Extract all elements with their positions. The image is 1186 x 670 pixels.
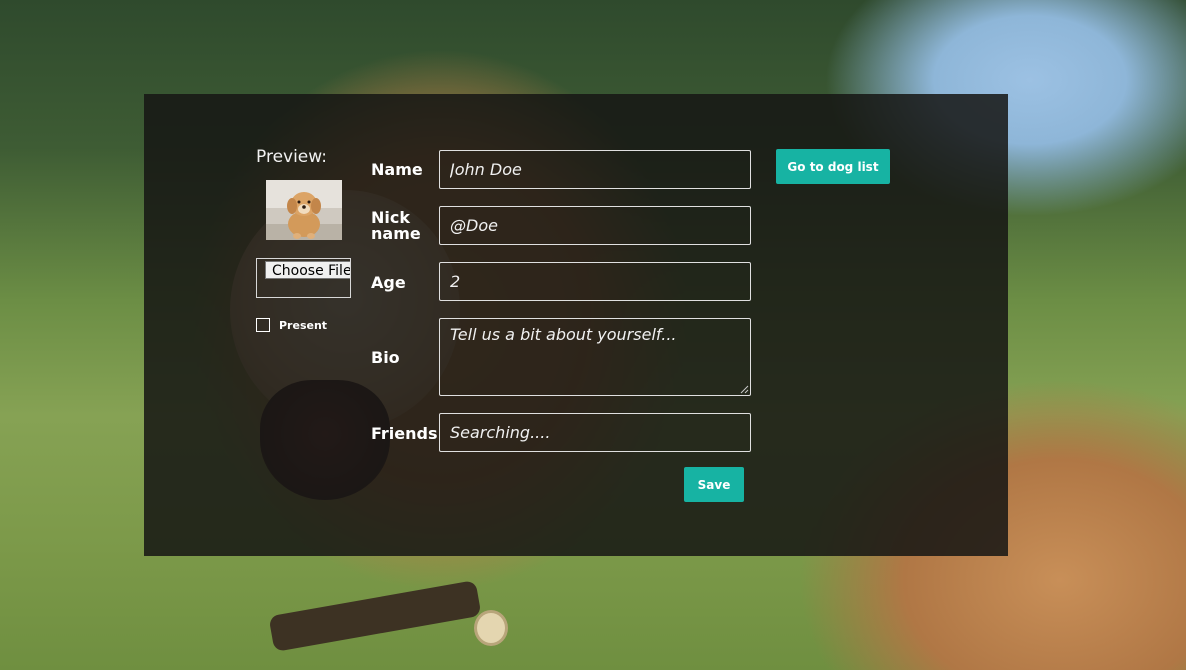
dog-collar-shape xyxy=(268,580,482,652)
nickname-label-line2: name xyxy=(371,224,421,243)
name-input[interactable] xyxy=(439,150,751,189)
friends-search-input[interactable] xyxy=(439,413,751,452)
bio-label: Bio xyxy=(371,348,400,367)
go-to-dog-list-button[interactable]: Go to dog list xyxy=(776,149,890,184)
age-label: Age xyxy=(371,273,406,292)
preview-image xyxy=(266,180,342,240)
age-input[interactable] xyxy=(439,262,751,301)
preview-label: Preview: xyxy=(256,147,327,167)
save-button[interactable]: Save xyxy=(684,467,744,502)
name-label: Name xyxy=(371,160,423,179)
present-row: Present xyxy=(256,318,327,332)
choose-file-button[interactable]: Choose File xyxy=(265,261,350,279)
present-checkbox[interactable] xyxy=(256,318,270,332)
friends-label: Friends xyxy=(371,424,438,443)
dog-tag-shape xyxy=(474,610,508,646)
nickname-input[interactable] xyxy=(439,206,751,245)
bio-textarea[interactable] xyxy=(439,318,751,396)
nickname-label: Nick name xyxy=(371,210,421,242)
preview-column: Preview: Choose File Present xyxy=(256,146,356,332)
present-label: Present xyxy=(279,318,328,332)
file-input[interactable]: Choose File xyxy=(256,258,351,298)
dog-thumbnail-icon xyxy=(266,180,342,240)
